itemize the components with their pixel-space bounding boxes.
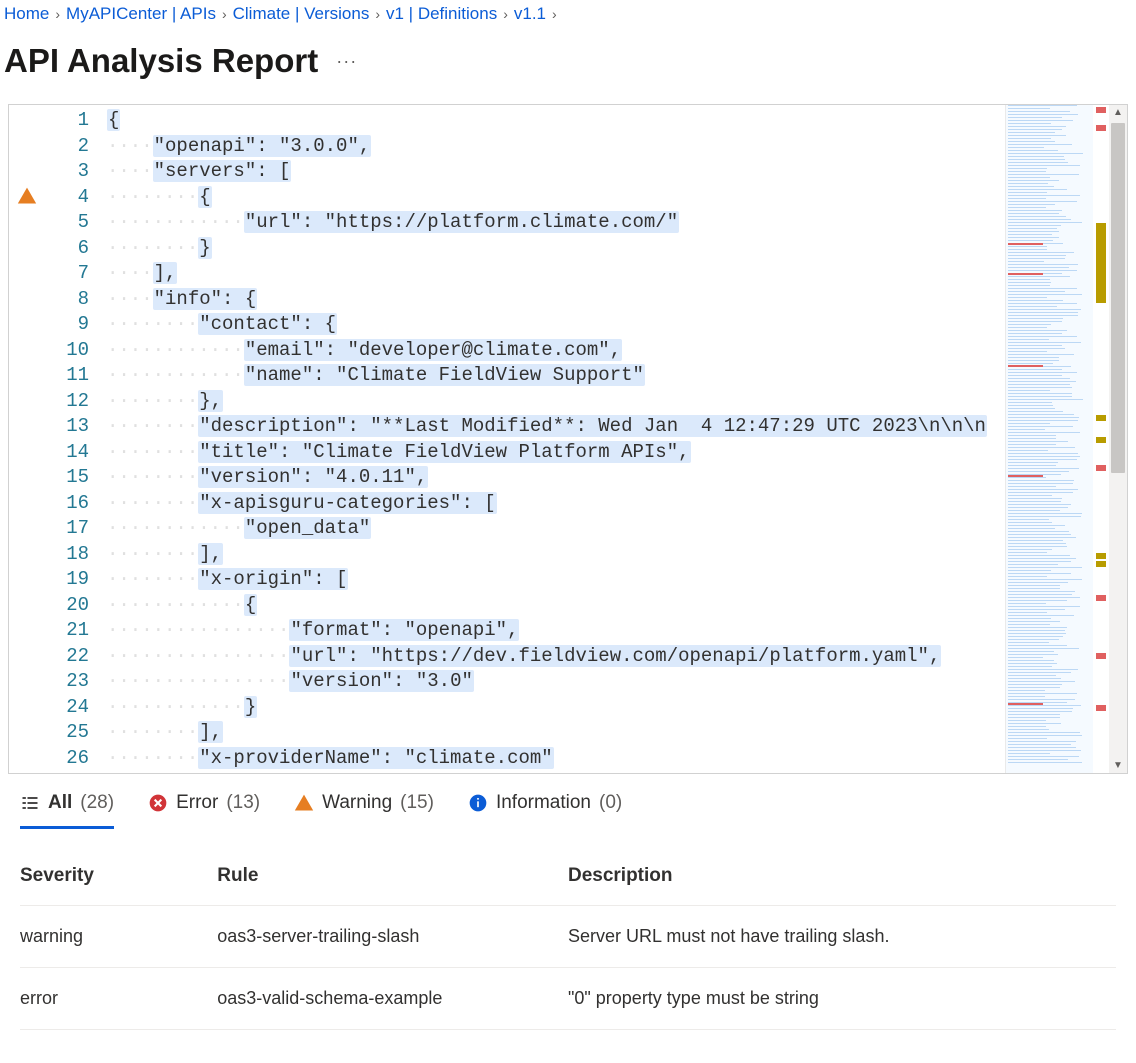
error-marker[interactable] — [1096, 107, 1106, 113]
warning-icon — [294, 793, 314, 813]
code-line[interactable]: ········{ — [107, 185, 1005, 211]
code-line[interactable]: ····"servers": [ — [107, 159, 1005, 185]
code-line[interactable]: ············"name": "Climate FieldView S… — [107, 363, 1005, 389]
code-line[interactable]: ········"x-apisguru-categories": [ — [107, 491, 1005, 517]
overview-ruler[interactable] — [1093, 105, 1109, 773]
cell-severity: error — [20, 968, 217, 1030]
code-line[interactable]: ············} — [107, 695, 1005, 721]
code-line[interactable]: ················"version": "3.0" — [107, 669, 1005, 695]
info-icon — [468, 793, 488, 813]
tab-count: (15) — [400, 792, 434, 814]
tab-label: Warning — [322, 792, 392, 814]
cell-description: "0" property type must be string — [568, 968, 1116, 1030]
table-header-row: Severity Rule Description — [20, 855, 1116, 906]
code-line[interactable]: ········"x-providerName": "climate.com" — [107, 746, 1005, 772]
error-icon — [148, 793, 168, 813]
cell-rule: oas3-valid-schema-example — [217, 968, 568, 1030]
tab-all[interactable]: All (28) — [20, 792, 114, 829]
chevron-right-icon: › — [222, 6, 227, 22]
code-line[interactable]: ····"openapi": "3.0.0", — [107, 134, 1005, 160]
error-marker[interactable] — [1096, 125, 1106, 131]
code-line[interactable]: ················"url": "https://dev.fiel… — [107, 644, 1005, 670]
scroll-up-icon[interactable]: ▲ — [1109, 107, 1127, 118]
warning-marker[interactable] — [1096, 415, 1106, 421]
code-line[interactable]: ····], — [107, 261, 1005, 287]
code-line[interactable]: { — [107, 108, 1005, 134]
breadcrumb: Home › MyAPICenter | APIs › Climate | Ve… — [0, 0, 1136, 32]
results-table: Severity Rule Description warningoas3-se… — [20, 855, 1116, 1030]
code-line[interactable]: ············"open_data" — [107, 516, 1005, 542]
code-line[interactable]: ········], — [107, 720, 1005, 746]
results-table-wrap: Severity Rule Description warningoas3-se… — [0, 829, 1136, 1030]
page-title-row: API Analysis Report ··· — [0, 32, 1136, 104]
chevron-right-icon: › — [552, 6, 557, 22]
code-line[interactable]: ············{ — [107, 593, 1005, 619]
tab-error[interactable]: Error (13) — [148, 792, 260, 829]
code-line[interactable]: ············"email": "developer@climate.… — [107, 338, 1005, 364]
scrollbar-thumb[interactable] — [1111, 123, 1125, 473]
error-marker[interactable] — [1096, 465, 1106, 471]
code-line[interactable]: ········} — [107, 236, 1005, 262]
warning-marker[interactable] — [1096, 223, 1106, 303]
breadcrumb-item[interactable]: Home — [4, 4, 49, 24]
cell-rule: oas3-server-trailing-slash — [217, 906, 568, 968]
vertical-scrollbar[interactable]: ▲ ▼ — [1109, 105, 1127, 773]
tab-information[interactable]: Information (0) — [468, 792, 622, 829]
cell-severity: warning — [20, 906, 217, 968]
error-marker[interactable] — [1096, 595, 1106, 601]
code-line[interactable]: ········"contact": { — [107, 312, 1005, 338]
chevron-right-icon: › — [503, 6, 508, 22]
breadcrumb-item[interactable]: MyAPICenter | APIs — [66, 4, 216, 24]
col-rule[interactable]: Rule — [217, 855, 568, 906]
breadcrumb-item[interactable]: v1.1 — [514, 4, 546, 24]
code-line[interactable]: ········}, — [107, 389, 1005, 415]
code-line[interactable]: ········"title": "Climate FieldView Plat… — [107, 440, 1005, 466]
chevron-right-icon: › — [55, 6, 60, 22]
breadcrumb-item[interactable]: v1 | Definitions — [386, 4, 497, 24]
table-row[interactable]: warningoas3-server-trailing-slashServer … — [20, 906, 1116, 968]
code-line[interactable]: ····"info": { — [107, 287, 1005, 313]
code-content[interactable]: {····"openapi": "3.0.0",····"servers": [… — [107, 105, 1005, 773]
glyph-margin — [9, 105, 39, 773]
scroll-down-icon[interactable]: ▼ — [1109, 760, 1127, 771]
results-tabs: All (28) Error (13) Warning (15) Informa… — [0, 774, 1136, 829]
code-line[interactable]: ········"version": "4.0.11", — [107, 465, 1005, 491]
tab-label: Information — [496, 792, 591, 814]
tab-count: (0) — [599, 792, 622, 814]
warning-marker[interactable] — [1096, 553, 1106, 559]
line-numbers: 1234567891011121314151617181920212223242… — [39, 105, 107, 773]
code-line[interactable]: ············"url": "https://platform.cli… — [107, 210, 1005, 236]
breadcrumb-item[interactable]: Climate | Versions — [233, 4, 370, 24]
code-line[interactable]: ········"x-origin": [ — [107, 567, 1005, 593]
tab-warning[interactable]: Warning (15) — [294, 792, 434, 829]
table-row[interactable]: erroroas3-valid-schema-example"0" proper… — [20, 968, 1116, 1030]
tab-label: Error — [176, 792, 218, 814]
tab-count: (13) — [226, 792, 260, 814]
warning-marker[interactable] — [1096, 561, 1106, 567]
warning-marker[interactable] — [1096, 437, 1106, 443]
error-marker[interactable] — [1096, 653, 1106, 659]
chevron-right-icon: › — [375, 6, 380, 22]
col-description[interactable]: Description — [568, 855, 1116, 906]
code-line[interactable]: ················"format": "openapi", — [107, 618, 1005, 644]
code-line[interactable]: ········], — [107, 542, 1005, 568]
more-icon[interactable]: ··· — [336, 51, 357, 72]
page-title: API Analysis Report — [4, 42, 318, 80]
code-editor[interactable]: 1234567891011121314151617181920212223242… — [8, 104, 1128, 774]
col-severity[interactable]: Severity — [20, 855, 217, 906]
tab-label: All — [48, 792, 72, 814]
cell-description: Server URL must not have trailing slash. — [568, 906, 1116, 968]
list-icon — [20, 793, 40, 813]
error-marker[interactable] — [1096, 705, 1106, 711]
code-line[interactable]: ········"description": "**Last Modified*… — [107, 414, 1005, 440]
warning-icon[interactable] — [17, 186, 37, 210]
minimap[interactable] — [1005, 105, 1093, 773]
tab-count: (28) — [80, 792, 114, 814]
